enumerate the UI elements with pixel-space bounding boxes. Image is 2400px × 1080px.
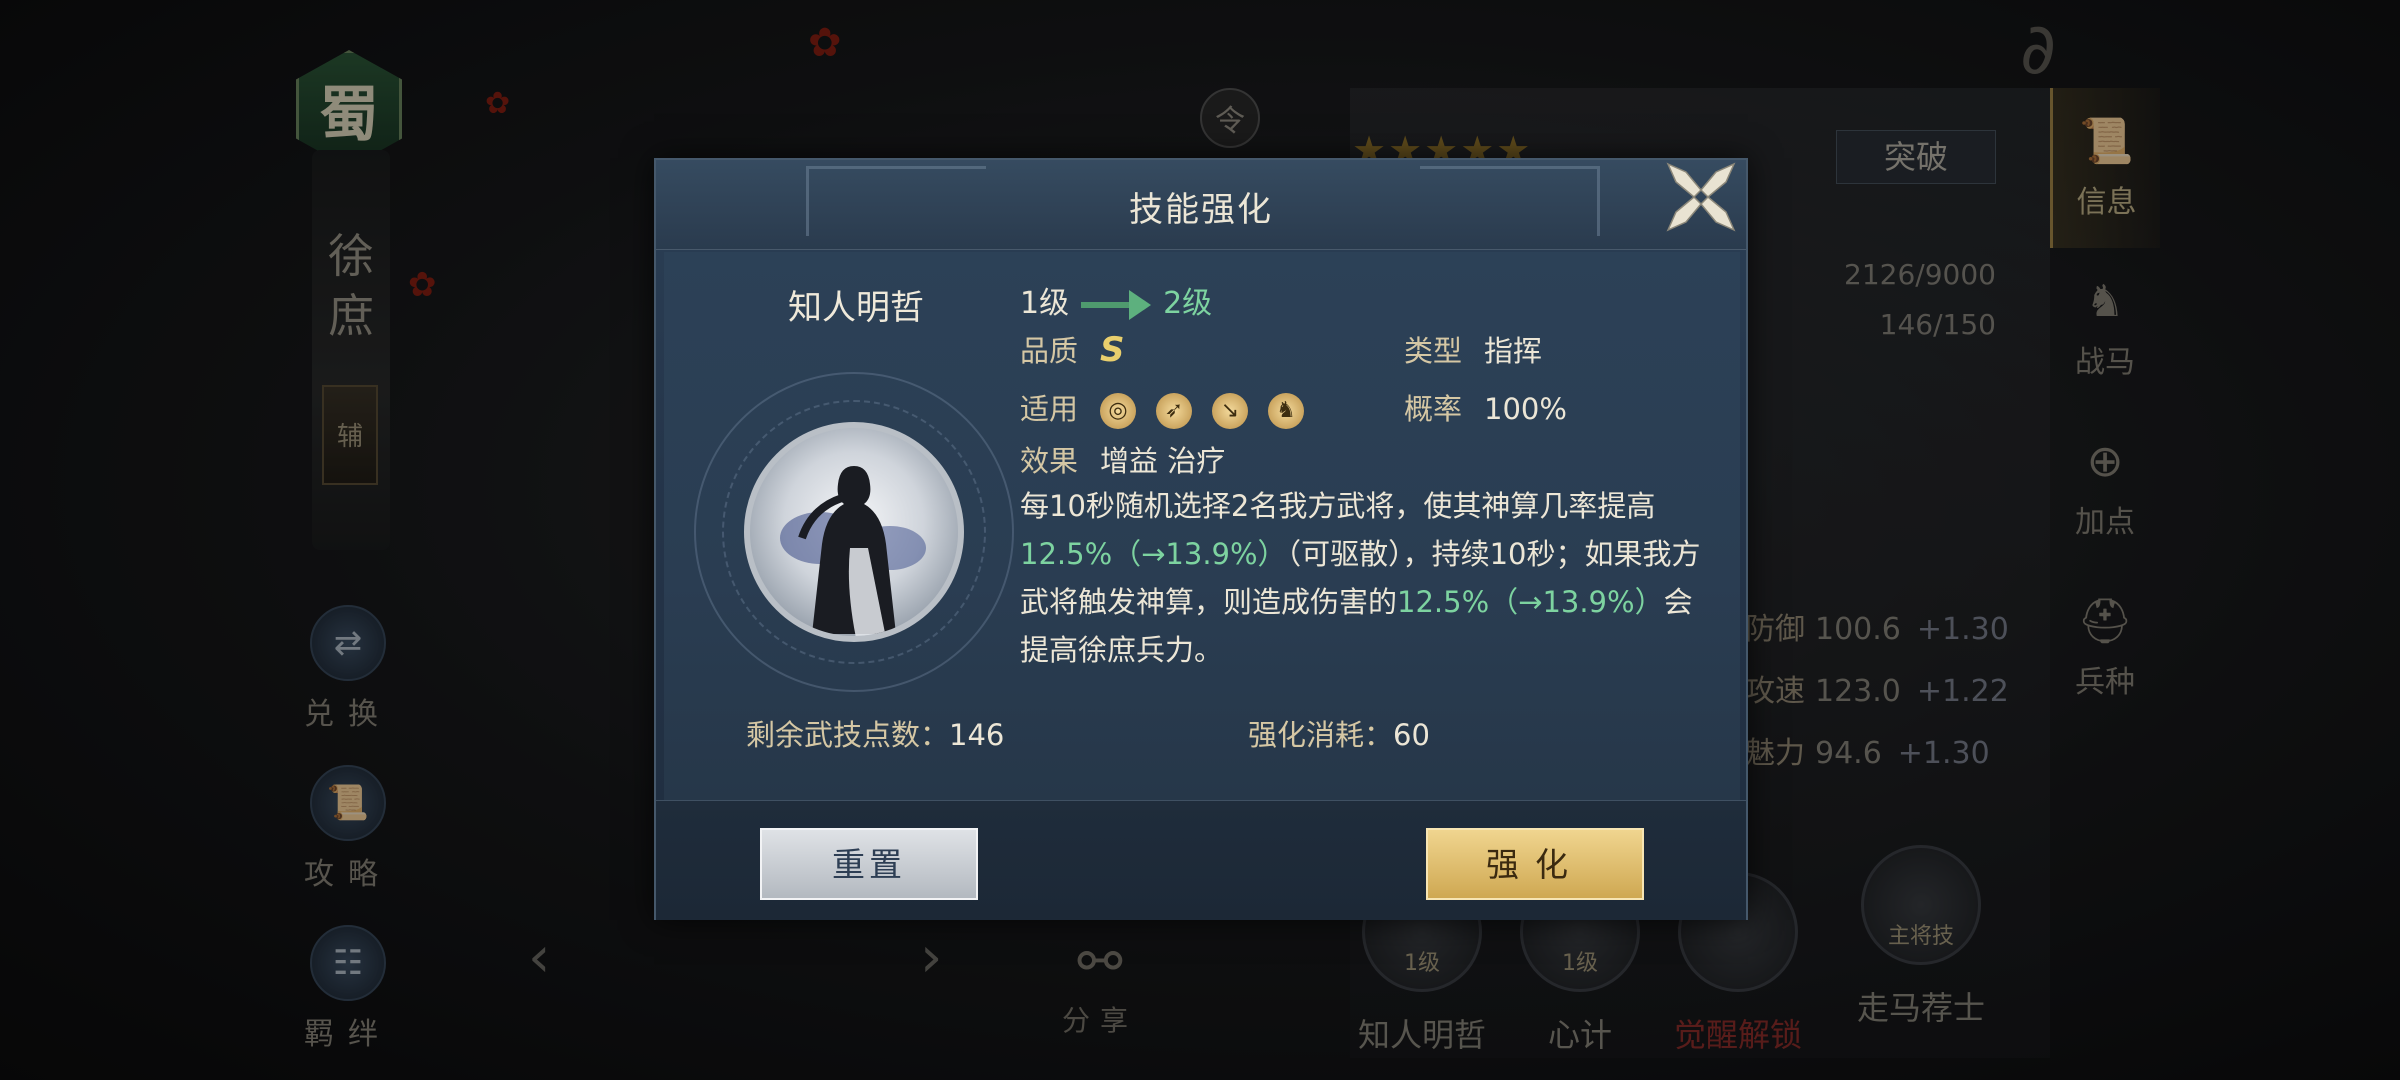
effect-value: 增益 治疗 [1100,444,1226,478]
exchange-icon: ⇄ [310,605,386,681]
skill-description: 每10秒随机选择2名我方武将，使其神算几率提高12.5%（→13.9%）（可驱散… [1020,482,1710,674]
ling-token[interactable]: 令 [1200,88,1260,148]
dialog-title: 技能强化 [1129,190,1273,230]
bond-button[interactable]: ☷ 羁绊 [293,925,403,1053]
type-row: 类型 指挥 [1404,328,1542,370]
skill-slot[interactable]: 主将技 走马荐士 [1856,845,1986,1029]
tab-info[interactable]: 📜 信息 [2050,88,2160,248]
dialog-header: 技能强化 [656,160,1746,250]
breakthrough-button[interactable]: 突破 [1836,130,1996,184]
close-icon [1666,162,1736,232]
chance-label: 概率 [1404,392,1463,426]
skill-enhance-dialog: 技能强化 知人明哲 1级 2级 品质 S 类型 指挥 适用 ◎ ➶ ↘ ♞ 概率… [654,158,1748,920]
tab-horse[interactable]: ♞ 战马 [2050,248,2160,408]
stat-charm: 魅力 94.6 +1.30 [1745,736,1990,771]
tab-horse-label: 战马 [2075,344,2135,380]
enhance-cost: 强化消耗：60 [1248,712,1430,754]
tab-points[interactable]: ⊕ 加点 [2050,408,2160,568]
stat-attack-speed: 攻速 123.0 +1.22 [1745,674,2009,709]
enhance-cost-label: 强化消耗： [1248,718,1394,752]
troop-text: 146/150 [1879,308,1996,341]
effect-label: 效果 [1020,444,1079,478]
applicable-label: 适用 [1020,392,1079,426]
hero-name-char: 徐 [328,229,374,283]
tab-troops[interactable]: ⛑ 兵种 [2050,568,2160,728]
bond-icon: ☷ [310,925,386,1001]
level-to: 2级 [1163,286,1213,321]
horse-icon: ♞ [2085,275,2125,327]
type-value: 指挥 [1484,334,1543,368]
enhance-cost-value: 60 [1393,718,1430,752]
hero-name-banner: 徐 庶 [312,150,390,550]
description-highlight: 12.5%（→13.9%） [1020,537,1287,571]
skill-name: 觉醒解锁 [1673,1016,1802,1054]
type-label: 类型 [1404,334,1463,368]
description-highlight: 12.5%（→13.9%） [1397,585,1664,619]
exp-text: 2126/9000 [1844,258,1996,291]
skill-icon: 主将技 [1861,845,1981,965]
scroll-icon: 📜 [310,765,386,841]
exchange-label: 兑换 [304,697,392,732]
quality-label: 品质 [1020,334,1079,368]
stat-defense: 防御 100.6 +1.30 [1745,612,2009,647]
close-button[interactable] [1662,158,1740,236]
prev-hero-arrow[interactable]: ‹ [528,925,550,990]
guide-button[interactable]: 📜 攻略 [293,765,403,893]
horse-icon: ♞ [1268,393,1305,429]
role-tag: 辅 [322,385,378,485]
hero-name-char: 庶 [328,289,374,343]
quality-value: S [1100,330,1125,370]
maple-leaf-icon: ✿ [408,265,437,305]
description-text: 每10秒随机选择2名我方武将，使其神算几率提高 [1020,489,1656,523]
quality-row: 品质 S [1020,328,1125,370]
exchange-button[interactable]: ⇄ 兑换 [293,605,403,733]
shield-icon: ◎ [1100,393,1137,429]
share-button[interactable]: ⚯ 分享 [1050,930,1150,1039]
arrow-right-icon [1081,289,1152,320]
share-label: 分享 [1061,1004,1138,1037]
reset-button[interactable]: 重置 [760,828,978,900]
skill-portrait [744,422,964,642]
bow-icon: ➶ [1156,393,1193,429]
remaining-points-label: 剩余武技点数： [746,718,950,752]
chance-row: 概率 100% [1404,386,1567,428]
maple-leaf-icon: ✿ [808,20,842,66]
armor-plus-icon: ⊕ [2086,435,2124,487]
tab-points-label: 加点 [2075,504,2135,540]
next-hero-arrow[interactable]: › [920,925,942,990]
remaining-points-value: 146 [949,718,1005,752]
helmet-icon: ⛑ [2077,596,2133,647]
level-change: 1级 2级 [1020,278,1212,322]
remaining-points: 剩余武技点数：146 [746,712,1004,754]
tab-troops-label: 兵种 [2075,665,2135,700]
bond-label: 羁绊 [304,1017,392,1052]
share-icon: ⚯ [1077,930,1123,993]
effect-row: 效果 增益 治疗 [1020,438,1225,480]
scroll-icon: 📜 [2079,116,2134,167]
spear-icon: ↘ [1212,393,1249,429]
level-from: 1级 [1020,286,1070,321]
strategist-silhouette-icon [780,466,926,636]
maple-leaf-icon: ✿ [485,86,511,121]
skill-name-title: 知人明哲 [788,288,924,328]
right-tabs: 📜 信息 ♞ 战马 ⊕ 加点 ⛑ 兵种 [2050,88,2160,848]
dialog-body: 知人明哲 1级 2级 品质 S 类型指挥 适用 ◎ ➶ ↘ ♞ 概率 100% [664,252,1740,800]
skill-name: 走马荐士 [1856,989,1985,1027]
chance-value: 100% [1484,392,1567,426]
skill-name: 知人明哲 [1357,1016,1486,1054]
dragon-logo-icon: ∂ [2020,8,2057,90]
guide-label: 攻略 [304,857,392,892]
skill-name: 心计 [1547,1016,1612,1054]
applicable-row: 适用 ◎ ➶ ↘ ♞ [1020,386,1324,429]
enhance-button[interactable]: 强化 [1426,828,1644,900]
tab-info-label: 信息 [2076,185,2137,220]
